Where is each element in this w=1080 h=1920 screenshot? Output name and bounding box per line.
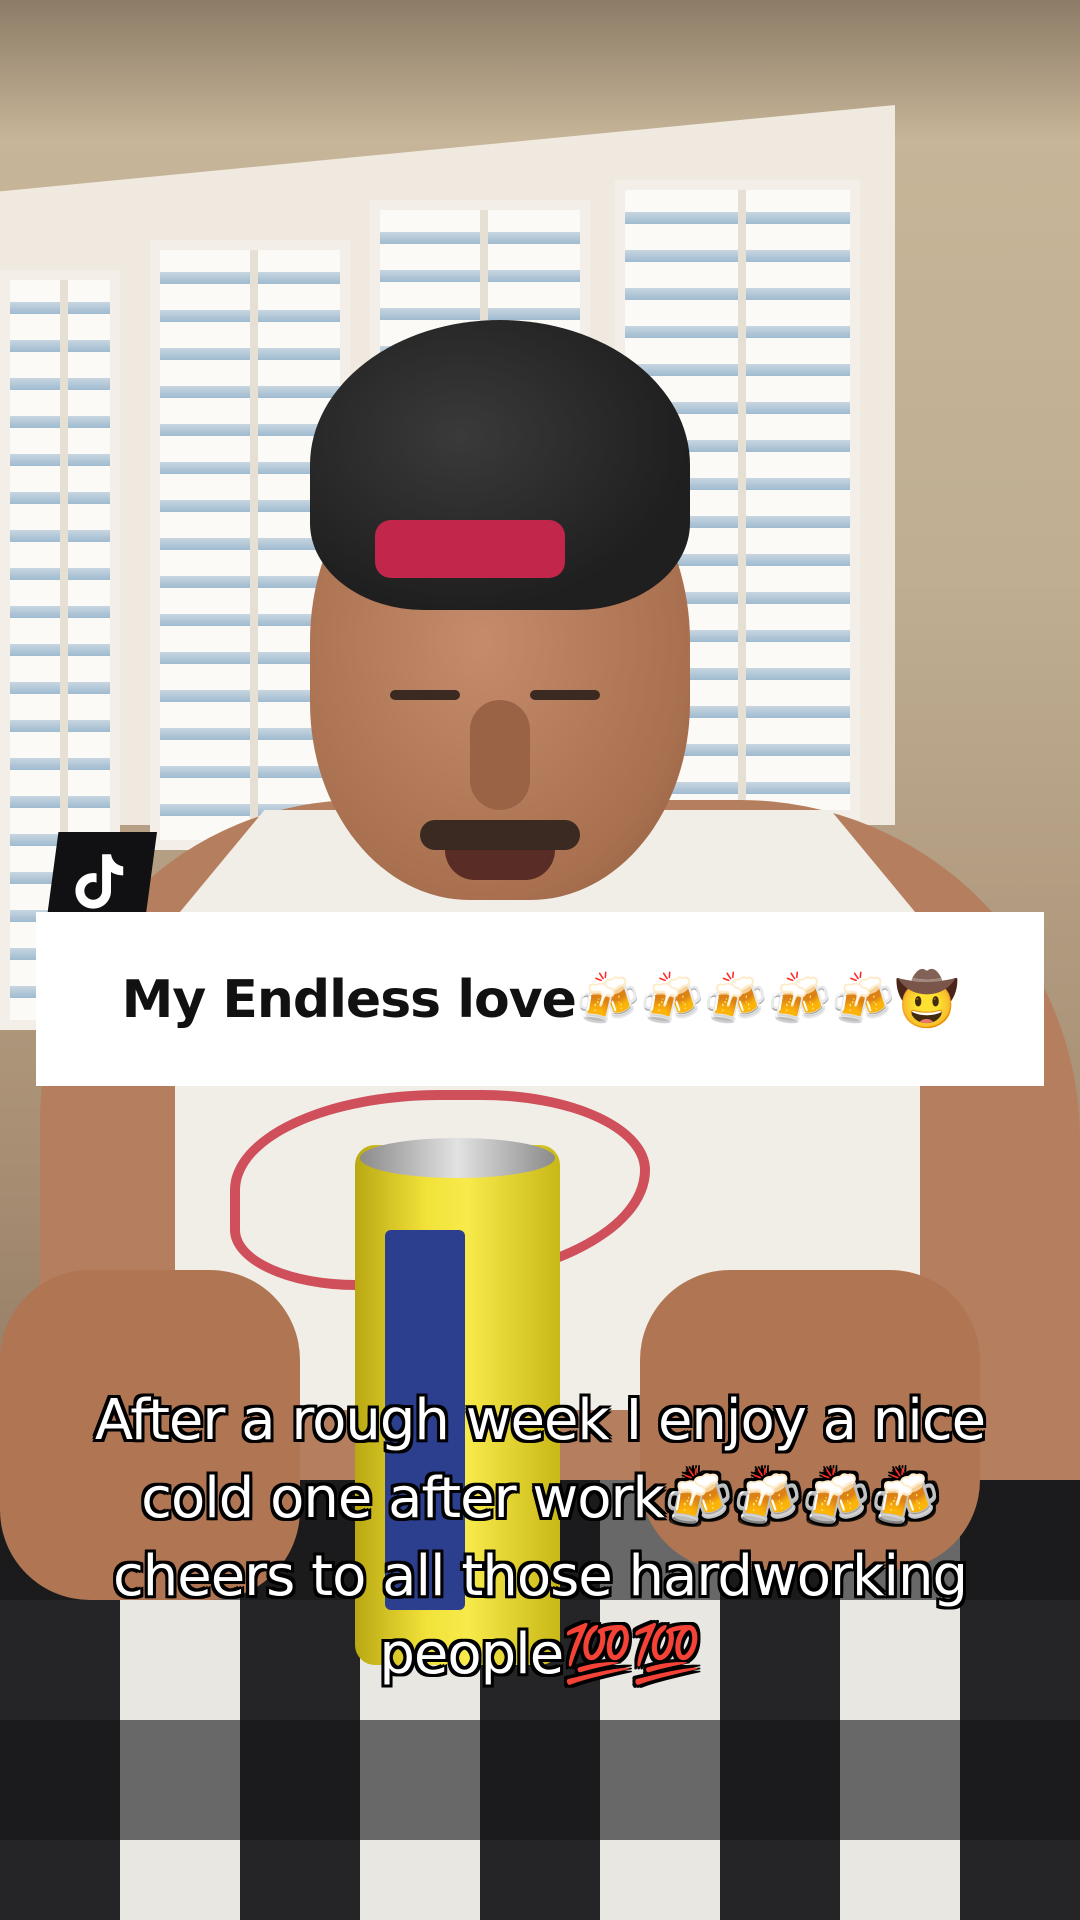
can-lid [360, 1138, 555, 1178]
eye [390, 690, 460, 700]
title-overlay-text: My Endless love🍻🍻🍻🍻🍻🤠 [121, 969, 960, 1030]
nose [470, 700, 530, 810]
video-frame[interactable]: My Endless love🍻🍻🍻🍻🍻🤠 After a rough week… [0, 0, 1080, 1920]
cap-strap [375, 520, 565, 578]
video-caption: After a rough week I enjoy a nice cold o… [94, 1388, 986, 1687]
eye [530, 690, 600, 700]
mouth [445, 850, 555, 880]
tiktok-logo-icon [75, 854, 124, 909]
ceiling-shade [0, 0, 1080, 140]
mustache [420, 820, 580, 850]
title-overlay-card: My Endless love🍻🍻🍻🍻🍻🤠 [36, 912, 1044, 1086]
